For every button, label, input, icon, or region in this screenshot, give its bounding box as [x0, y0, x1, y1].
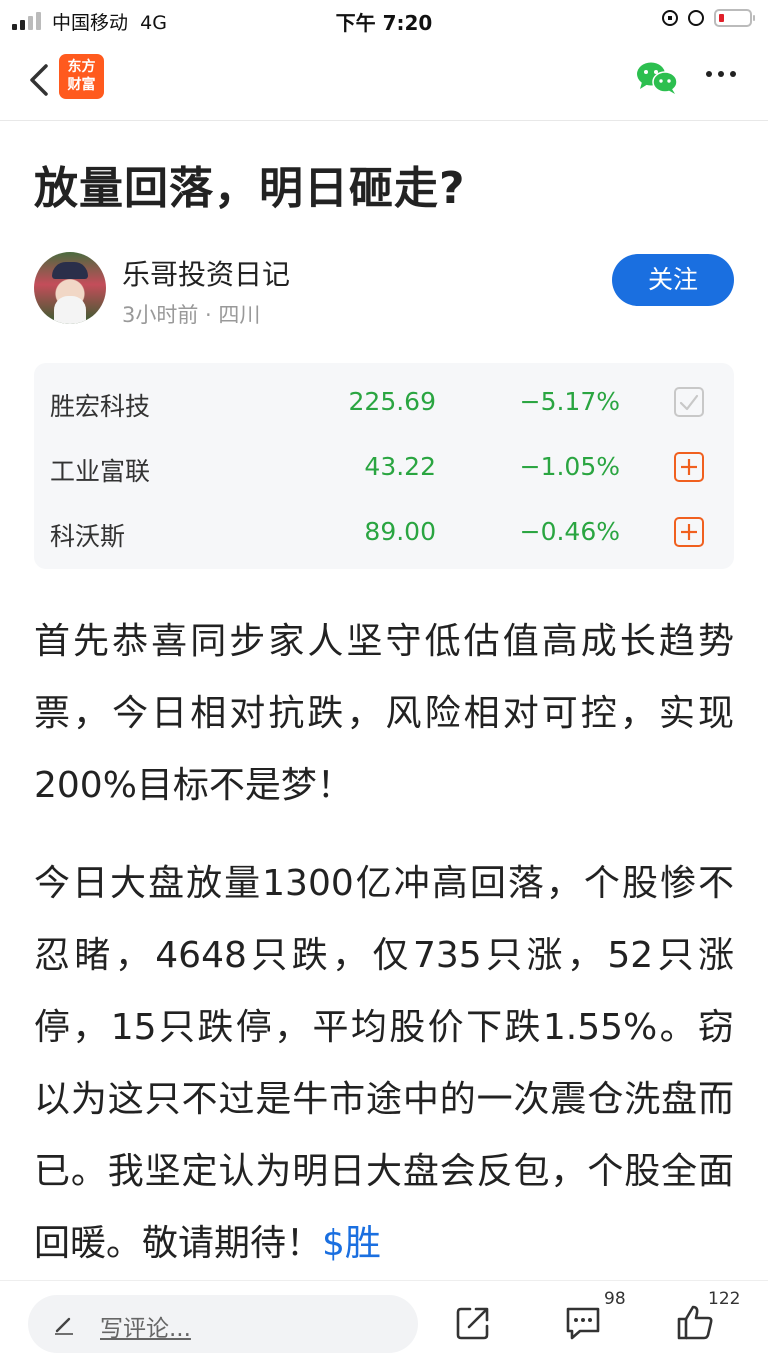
orientation-lock-icon — [662, 10, 678, 26]
comments-icon[interactable] — [564, 1305, 602, 1341]
article-paragraph: 首先恭喜同步家人坚守低估值高成长趋势票，今日相对抗跌，风险相对可控，实现200%… — [34, 621, 734, 806]
share-icon[interactable] — [455, 1305, 491, 1341]
paragraph-text: 今日大盘放量1300亿冲高回落，个股惨不忍睹，4648只跌，仅735只涨，52只… — [34, 863, 734, 1264]
avatar[interactable] — [34, 252, 106, 324]
comment-count: 98 — [604, 1289, 626, 1309]
follow-button[interactable]: 关注 — [612, 254, 734, 306]
stock-change: −1.05% — [519, 452, 620, 481]
back-icon[interactable] — [26, 62, 56, 98]
app-logo[interactable]: 东方 财富 — [59, 54, 104, 99]
add-icon[interactable] — [674, 452, 704, 482]
author-name[interactable]: 乐哥投资日记 — [122, 253, 290, 293]
comment-placeholder: 写评论... — [100, 1316, 191, 1342]
stock-name: 科沃斯 — [50, 522, 126, 551]
stock-row[interactable]: 科沃斯 89.00 −0.46% — [34, 499, 734, 561]
bottom-bar: 写评论... 98 122 — [0, 1280, 768, 1367]
article-paragraph: 今日大盘放量1300亿冲高回落，个股惨不忍睹，4648只跌，仅735只涨，52只… — [34, 848, 734, 1280]
stock-name: 工业富联 — [50, 457, 151, 486]
stock-price: 225.69 — [348, 387, 436, 416]
stock-name: 胜宏科技 — [50, 392, 151, 421]
battery-icon — [714, 9, 755, 27]
status-bar: 中国移动 4G 下午 7:20 — [0, 0, 768, 40]
like-count: 122 — [708, 1289, 741, 1309]
alarm-icon — [688, 10, 704, 26]
checkmark-icon[interactable] — [674, 387, 704, 417]
add-icon[interactable] — [674, 517, 704, 547]
status-time: 下午 7:20 — [335, 11, 433, 35]
stock-row[interactable]: 工业富联 43.22 −1.05% — [34, 434, 734, 496]
wechat-share-icon[interactable] — [636, 60, 678, 96]
stock-change: −5.17% — [519, 387, 620, 416]
status-icons — [662, 9, 755, 27]
stock-price: 89.00 — [364, 517, 436, 546]
article-title: 放量回落，明日砸走? — [34, 163, 466, 214]
more-icon[interactable] — [704, 68, 738, 78]
comment-input[interactable]: 写评论... — [28, 1295, 418, 1353]
related-stocks-card: 胜宏科技 225.69 −5.17% 工业富联 43.22 −1.05% 科沃斯… — [34, 363, 734, 569]
stock-price: 43.22 — [364, 452, 436, 481]
nav-bar: 东方 财富 — [0, 40, 768, 121]
stock-cashtag-link[interactable]: $胜 — [322, 1223, 381, 1264]
stock-row[interactable]: 胜宏科技 225.69 −5.17% — [34, 369, 734, 431]
article-meta: 3小时前 · 四川 — [122, 303, 261, 327]
stock-change: −0.46% — [519, 517, 620, 546]
pencil-icon — [55, 1317, 73, 1335]
